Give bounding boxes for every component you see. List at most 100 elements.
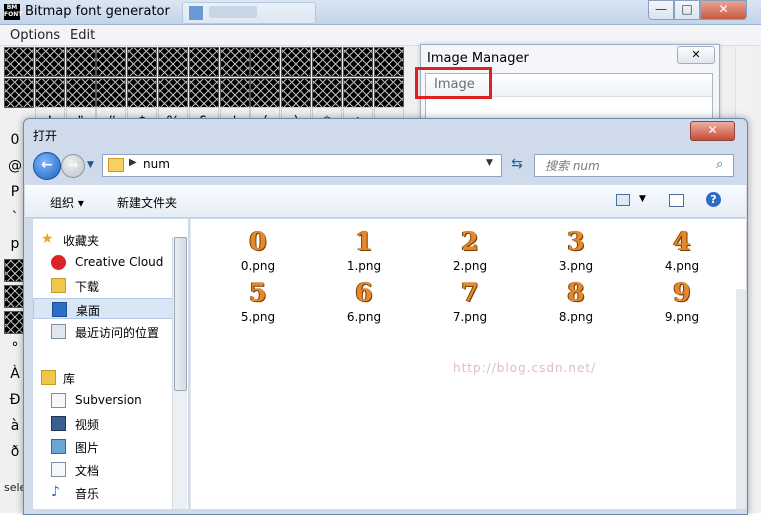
png-thumbnail: 8	[567, 278, 585, 307]
file-item[interactable]: 3 3.png	[536, 227, 616, 273]
close-button[interactable]: ✕	[700, 0, 747, 20]
glyph-cell[interactable]	[65, 77, 96, 108]
glyph-cell[interactable]	[219, 47, 250, 77]
nav-item[interactable]: 视频	[33, 413, 181, 434]
scrollbar-thumb[interactable]	[174, 237, 187, 391]
nav-item[interactable]: ★ 收藏夹	[33, 229, 181, 250]
glyph-cell[interactable]	[250, 47, 281, 77]
folder-icon	[108, 158, 124, 172]
nav-item[interactable]: 库	[33, 367, 181, 388]
glyph-cell[interactable]	[250, 77, 281, 108]
glyph-cell[interactable]	[96, 77, 127, 108]
title-bar: BM FONT Bitmap font generator — □ ✕	[0, 0, 761, 25]
nav-item[interactable]: 最近访问的位置	[33, 321, 181, 342]
glyph-cell[interactable]	[342, 77, 373, 108]
nav-item-label: 收藏夹	[63, 234, 100, 248]
nav-item[interactable]: 图片	[33, 436, 181, 457]
glyph-cell[interactable]	[96, 47, 127, 77]
glyph-cell[interactable]	[4, 47, 34, 77]
png-thumbnail: 0	[249, 227, 267, 256]
open-file-dialog: 打开 ✕ ← → ▼ ▶ num ▼ ⇆ ⌕ 组织 ▾ 新建文件夹 ▼ ? ★ 收…	[23, 118, 748, 515]
document-library-icon	[51, 393, 66, 408]
menu-edit[interactable]: Edit	[70, 28, 95, 43]
nav-item[interactable]: 文档	[33, 459, 181, 480]
close-icon[interactable]: ✕	[677, 46, 715, 64]
file-list-scrollbar[interactable]	[736, 289, 746, 509]
breadcrumb-separator-icon[interactable]: ▶	[129, 157, 137, 168]
png-thumbnail: 5	[249, 278, 267, 307]
preview-pane-icon[interactable]	[669, 194, 684, 207]
music-library-icon: ♪	[51, 484, 60, 500]
address-bar[interactable]: ▶ num ▼	[102, 154, 502, 177]
bmfont-app-icon: BM FONT	[4, 4, 23, 20]
file-item[interactable]: 7 7.png	[430, 278, 510, 324]
creative-cloud-icon	[51, 255, 66, 270]
glyph-cell[interactable]	[188, 77, 219, 108]
file-item[interactable]: 8 8.png	[536, 278, 616, 324]
search-box[interactable]: ⌕	[534, 154, 734, 177]
new-folder-button[interactable]: 新建文件夹	[117, 194, 177, 211]
glyph-cell[interactable]	[127, 47, 158, 77]
menu-options[interactable]: Options	[10, 28, 60, 43]
file-item[interactable]: 2 2.png	[430, 227, 510, 273]
nav-item[interactable]: 桌面	[33, 298, 181, 319]
file-item[interactable]: 9 9.png	[642, 278, 722, 324]
close-button[interactable]: ✕	[690, 121, 735, 141]
back-arrow-icon[interactable]: ←	[33, 152, 61, 180]
forward-arrow-icon[interactable]: →	[61, 154, 85, 178]
glyph-cell[interactable]	[281, 77, 312, 108]
file-item[interactable]: 1 1.png	[324, 227, 404, 273]
png-thumbnail: 6	[355, 278, 373, 307]
chevron-down-icon[interactable]: ▼	[486, 158, 493, 168]
glyph-cell[interactable]	[342, 47, 373, 77]
png-thumbnail: 4	[673, 227, 691, 256]
file-item[interactable]: 6 6.png	[324, 278, 404, 324]
nav-item[interactable]: Subversion	[33, 390, 181, 411]
png-thumbnail: 9	[673, 278, 691, 307]
nav-item[interactable]: Creative Cloud	[33, 252, 181, 273]
breadcrumb-current[interactable]: num	[143, 157, 170, 171]
file-name: 7.png	[452, 310, 488, 324]
glyph-cell[interactable]	[373, 47, 404, 77]
search-input[interactable]	[543, 155, 717, 176]
maximize-button[interactable]: □	[674, 0, 700, 20]
nav-item[interactable]: ♪ 音乐	[33, 482, 181, 503]
file-name: 2.png	[452, 259, 488, 273]
download-folder-icon	[51, 278, 66, 293]
annotation-highlight-box	[415, 67, 492, 99]
png-thumbnail: 1	[355, 227, 373, 256]
glyph-cell[interactable]	[65, 47, 96, 77]
glyph-cell[interactable]	[219, 77, 250, 108]
desktop-icon	[52, 302, 67, 317]
refresh-icon[interactable]: ⇆	[505, 154, 529, 175]
glyph-cell[interactable]	[312, 77, 342, 108]
glyph-cell[interactable]	[373, 77, 404, 108]
chevron-down-icon[interactable]: ▼	[639, 194, 646, 204]
glyph-cell[interactable]	[188, 47, 219, 77]
glyph-cell[interactable]	[4, 77, 34, 108]
glyph-cell[interactable]	[127, 77, 158, 108]
nav-item[interactable]: 下载	[33, 275, 181, 296]
glyph-cell[interactable]	[158, 77, 188, 108]
file-item[interactable]: 0 0.png	[218, 227, 298, 273]
video-library-icon	[51, 416, 66, 431]
glyph-cell[interactable]	[281, 47, 312, 77]
minimize-button[interactable]: —	[648, 0, 674, 20]
chevron-down-icon[interactable]: ▼	[87, 160, 94, 170]
nav-item-label: 下载	[75, 280, 100, 294]
glyph-cell[interactable]	[34, 77, 65, 108]
png-thumbnail: 7	[461, 278, 479, 307]
navigation-pane: ★ 收藏夹 Creative Cloud 下载桌面 最近访问的位置库 Subversion…	[33, 219, 188, 509]
search-icon[interactable]: ⌕	[716, 157, 723, 172]
file-name: 4.png	[664, 259, 700, 273]
blurred-tab-label	[209, 6, 257, 18]
file-item[interactable]: 4 4.png	[642, 227, 722, 273]
taskbar-window-tab[interactable]	[182, 2, 316, 24]
glyph-cell[interactable]	[34, 47, 65, 77]
help-icon[interactable]: ?	[706, 192, 721, 207]
glyph-cell[interactable]	[312, 47, 342, 77]
file-item[interactable]: 5 5.png	[218, 278, 298, 324]
change-view-icon[interactable]	[616, 194, 630, 206]
glyph-cell[interactable]	[158, 47, 188, 77]
organize-menu-button[interactable]: 组织 ▾	[50, 194, 84, 211]
